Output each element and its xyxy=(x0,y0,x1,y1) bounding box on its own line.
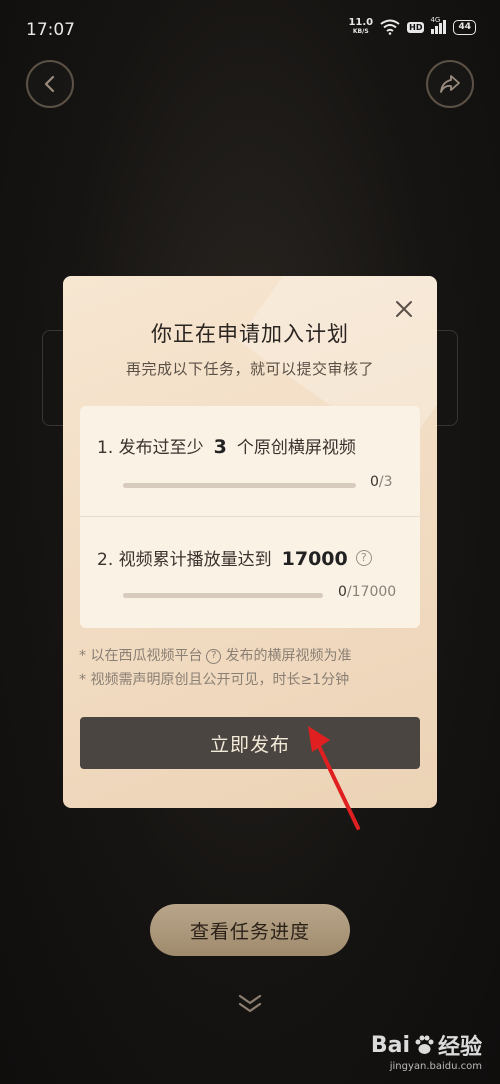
back-button[interactable] xyxy=(26,60,74,108)
task-notes: * 以在西瓜视频平台 ? 发布的横屏视频为准 * 视频需声明原创且公开可见，时长… xyxy=(79,644,351,692)
network-speed: 11.0 KB/S xyxy=(348,18,373,36)
baidu-jingyan-watermark: Bai 经验 jingyan.baidu.com xyxy=(371,1029,482,1073)
share-arrow-icon xyxy=(440,75,460,93)
note-text: * 以在西瓜视频平台 xyxy=(79,648,203,664)
signal-icon: 4G xyxy=(430,16,447,34)
watermark-url: jingyan.baidu.com xyxy=(389,1061,482,1072)
task-suffix: 个原创横屏视频 xyxy=(236,438,356,458)
task-target: 17000 xyxy=(281,548,348,570)
progress-current: 0 xyxy=(338,584,347,600)
dialog-subtitle: 再完成以下任务，就可以提交审核了 xyxy=(125,360,374,378)
status-time: 17:07 xyxy=(26,20,75,40)
watermark-brand-cn: 经验 xyxy=(437,1035,482,1060)
task-item: 1. 发布过至少 3 个原创横屏视频 0/3 xyxy=(80,406,420,517)
progress-total: /3 xyxy=(378,474,393,490)
note-text: 发布的横屏视频为准 xyxy=(225,648,352,664)
task-progress-bar xyxy=(123,483,356,488)
task-progress-count: 0/3 xyxy=(370,474,393,490)
chevron-left-icon xyxy=(44,75,55,93)
task-prefix: 1. 发布过至少 xyxy=(97,438,204,458)
battery-indicator: 44 xyxy=(453,19,476,35)
progress-current: 0 xyxy=(370,474,379,490)
task-target: 3 xyxy=(213,436,227,458)
task-description: 1. 发布过至少 3 个原创横屏视频 xyxy=(97,433,356,458)
hd-badge: HD xyxy=(407,21,425,33)
task-progress-count: 0/17000 xyxy=(338,584,396,600)
network-type: 4G xyxy=(430,16,441,24)
view-task-progress-button[interactable]: 查看任务进度 xyxy=(150,904,350,956)
red-arrow-annotation xyxy=(308,726,360,830)
task-item: 2. 视频累计播放量达到 17000 ? 0/17000 xyxy=(80,517,420,628)
apply-plan-dialog: 你正在申请加入计划 再完成以下任务，就可以提交审核了 1. 发布过至少 3 个原… xyxy=(63,276,437,808)
close-icon[interactable] xyxy=(393,298,415,320)
note-text: * 视频需声明原创且公开可见，时长≥1分钟 xyxy=(79,672,350,688)
watermark-brand: Bai 经验 xyxy=(371,1029,482,1061)
speed-unit: KB/S xyxy=(352,28,369,35)
status-bar: 17:07 11.0 KB/S HD 4G 44 xyxy=(0,0,500,60)
chevron-down-double-icon[interactable] xyxy=(235,992,265,1016)
help-icon[interactable]: ? xyxy=(355,549,372,566)
share-button[interactable] xyxy=(426,60,474,108)
task-prefix: 2. 视频累计播放量达到 xyxy=(97,550,272,570)
note-line: * 视频需声明原创且公开可见，时长≥1分钟 xyxy=(79,668,351,692)
task-progress-bar xyxy=(123,593,323,598)
paw-icon xyxy=(415,1035,434,1054)
watermark-brand-text: Bai xyxy=(370,1032,410,1058)
task-description: 2. 视频累计播放量达到 17000 ? xyxy=(97,545,372,570)
speed-value: 11.0 xyxy=(348,17,374,28)
progress-total: /17000 xyxy=(346,584,397,600)
note-line: * 以在西瓜视频平台 ? 发布的横屏视频为准 xyxy=(79,644,351,668)
task-list: 1. 发布过至少 3 个原创横屏视频 0/3 2. 视频累计播放量达到 1700… xyxy=(80,406,420,628)
wifi-icon xyxy=(380,19,400,35)
dialog-title: 你正在申请加入计划 xyxy=(151,322,349,346)
status-icons: 11.0 KB/S HD 4G 44 xyxy=(348,16,476,36)
help-icon[interactable]: ? xyxy=(206,648,222,664)
